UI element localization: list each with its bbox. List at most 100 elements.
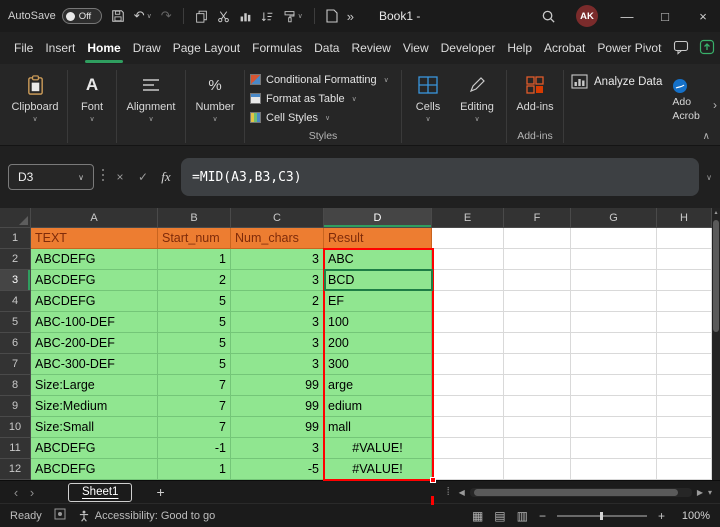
cell-A3[interactable]: ABCDEFG	[31, 270, 158, 291]
name-box[interactable]: D3 ∨	[8, 164, 94, 190]
row-header-2[interactable]: 2	[0, 249, 31, 270]
cell-D6[interactable]: 200	[324, 333, 432, 354]
cell-G3[interactable]	[571, 270, 657, 291]
cell-A2[interactable]: ABCDEFG	[31, 249, 158, 270]
cell-F6[interactable]	[504, 333, 571, 354]
zoom-out-icon[interactable]: −	[539, 509, 546, 523]
cell-D5[interactable]: 100	[324, 312, 432, 333]
cell-styles-button[interactable]: Cell Styles ∨	[250, 108, 396, 127]
cell-E11[interactable]	[432, 438, 504, 459]
tab-formulas[interactable]: Formulas	[252, 41, 302, 55]
tab-draw[interactable]: Draw	[133, 41, 161, 55]
cell-D3[interactable]: BCD	[324, 270, 432, 291]
cell-F3[interactable]	[504, 270, 571, 291]
cell-A7[interactable]: ABC-300-DEF	[31, 354, 158, 375]
share-icon[interactable]	[699, 39, 715, 58]
cell-B8[interactable]: 7	[158, 375, 231, 396]
cell-B1[interactable]: Start_num	[158, 228, 231, 249]
cell-H7[interactable]	[657, 354, 712, 375]
horizontal-scrollbar-track[interactable]	[470, 488, 692, 497]
cell-E4[interactable]	[432, 291, 504, 312]
sort-asc-icon[interactable]	[261, 10, 274, 23]
scroll-right-icon[interactable]: ▶	[697, 488, 703, 497]
autosave-switch[interactable]: Off	[62, 8, 102, 24]
col-header-C[interactable]: C	[231, 208, 324, 228]
cell-D1[interactable]: Result	[324, 228, 432, 249]
zoom-slider-thumb[interactable]	[600, 512, 603, 520]
formula-input[interactable]: =MID(A3,B3,C3)	[181, 158, 699, 196]
cell-B4[interactable]: 5	[158, 291, 231, 312]
cell-B5[interactable]: 5	[158, 312, 231, 333]
row-header-7[interactable]: 7	[0, 354, 31, 375]
cell-F10[interactable]	[504, 417, 571, 438]
comments-icon[interactable]	[673, 39, 689, 58]
new-sheet-button[interactable]: +	[156, 484, 164, 500]
cell-F1[interactable]	[504, 228, 571, 249]
cell-C2[interactable]: 3	[231, 249, 324, 270]
cell-G7[interactable]	[571, 354, 657, 375]
tab-scroll-splitter[interactable]: ⁞	[447, 486, 451, 498]
cell-G5[interactable]	[571, 312, 657, 333]
cell-F8[interactable]	[504, 375, 571, 396]
conditional-formatting-button[interactable]: Conditional Formatting ∨	[250, 70, 396, 89]
cell-E6[interactable]	[432, 333, 504, 354]
cell-C8[interactable]: 99	[231, 375, 324, 396]
analyze-data-button[interactable]: Analyze Data	[571, 74, 662, 89]
cell-B2[interactable]: 1	[158, 249, 231, 270]
col-header-E[interactable]: E	[432, 208, 504, 228]
cell-E9[interactable]	[432, 396, 504, 417]
cell-C10[interactable]: 99	[231, 417, 324, 438]
copy-icon[interactable]	[195, 10, 208, 23]
row-header-10[interactable]: 10	[0, 417, 31, 438]
cell-H3[interactable]	[657, 270, 712, 291]
cell-C7[interactable]: 3	[231, 354, 324, 375]
cell-E10[interactable]	[432, 417, 504, 438]
cell-E12[interactable]	[432, 459, 504, 480]
cell-G12[interactable]	[571, 459, 657, 480]
minimize-button[interactable]: —	[618, 9, 636, 24]
cell-G2[interactable]	[571, 249, 657, 270]
clipboard-group-button[interactable]: Clipboard ∨	[6, 68, 64, 145]
cell-F9[interactable]	[504, 396, 571, 417]
cell-F11[interactable]	[504, 438, 571, 459]
cell-A9[interactable]: Size:Medium	[31, 396, 158, 417]
cell-A4[interactable]: ABCDEFG	[31, 291, 158, 312]
cell-F5[interactable]	[504, 312, 571, 333]
cell-D12[interactable]: #VALUE!	[324, 459, 432, 480]
formula-bar-expand-icon[interactable]: ∨	[706, 173, 712, 182]
row-header-9[interactable]: 9	[0, 396, 31, 417]
cell-D11[interactable]: #VALUE!	[324, 438, 432, 459]
enter-button[interactable]: ✓	[135, 170, 151, 184]
vertical-scrollbar[interactable]: ▴	[712, 208, 720, 480]
ribbon-overflow-icon[interactable]: ›	[713, 98, 717, 112]
undo-icon[interactable]: ↶∨	[134, 8, 152, 24]
cell-H12[interactable]	[657, 459, 712, 480]
zoom-slider[interactable]	[557, 510, 647, 522]
row-header-4[interactable]: 4	[0, 291, 31, 312]
autosave-toggle[interactable]: AutoSave Off	[8, 8, 102, 24]
cell-A1[interactable]: TEXT	[31, 228, 158, 249]
cell-A10[interactable]: Size:Small	[31, 417, 158, 438]
tab-view[interactable]: View	[403, 41, 429, 55]
cell-H6[interactable]	[657, 333, 712, 354]
sheet-nav-right-icon[interactable]: ›	[24, 485, 40, 500]
toolbar-overflow-icon[interactable]: »	[347, 9, 354, 24]
cell-D2[interactable]: ABC	[324, 249, 432, 270]
cell-A8[interactable]: Size:Large	[31, 375, 158, 396]
cell-C1[interactable]: Num_chars	[231, 228, 324, 249]
addins-group-button[interactable]: Add-ins Add-ins	[510, 68, 560, 145]
col-header-F[interactable]: F	[504, 208, 571, 228]
cell-C3[interactable]: 3	[231, 270, 324, 291]
cell-H2[interactable]	[657, 249, 712, 270]
scroll-up-icon[interactable]: ▴	[714, 208, 717, 218]
zoom-in-icon[interactable]: +	[658, 509, 665, 523]
col-header-A[interactable]: A	[31, 208, 158, 228]
cell-H1[interactable]	[657, 228, 712, 249]
sheet-tab-sheet1[interactable]: Sheet1	[68, 483, 132, 502]
cell-B11[interactable]: -1	[158, 438, 231, 459]
maximize-button[interactable]: □	[656, 9, 674, 24]
row-header-1[interactable]: 1	[0, 228, 31, 249]
collapse-ribbon-icon[interactable]: ∧	[703, 131, 710, 142]
cell-D9[interactable]: edium	[324, 396, 432, 417]
cell-C12[interactable]: -5	[231, 459, 324, 480]
